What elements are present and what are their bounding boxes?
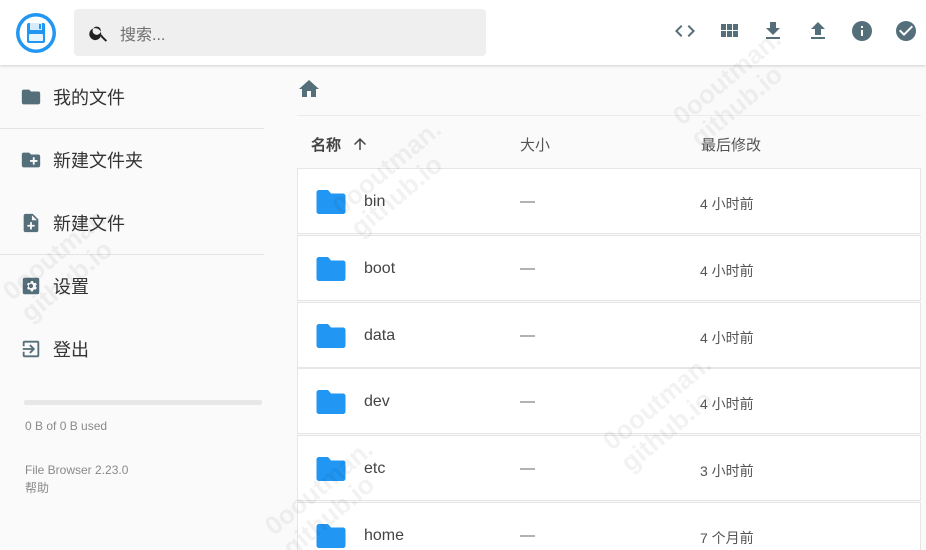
file-size: — <box>520 327 535 344</box>
file-modified: 4 小时前 <box>700 263 754 279</box>
file-modified: 4 小时前 <box>700 396 754 412</box>
file-name: data <box>364 327 396 344</box>
sidebar-item-label: 我的文件 <box>53 88 125 108</box>
storage-usage-bar <box>24 400 262 405</box>
column-header: 名称 大小 最后修改 <box>297 115 921 167</box>
search-input[interactable]: 搜索... <box>120 21 165 45</box>
code-icon <box>675 25 695 37</box>
sidebar-item-settings[interactable]: 设置 <box>0 255 264 317</box>
table-row[interactable]: bin — 4 小时前 <box>297 168 921 234</box>
help-link[interactable]: 帮助 <box>25 479 49 496</box>
file-size: — <box>520 527 535 544</box>
grid-icon <box>721 24 738 37</box>
sidebar: 我的文件 新建文件夹 新建文件 设置 登出 0 B of 0 B used Fi… <box>0 65 280 550</box>
upload-button[interactable] <box>804 17 832 45</box>
top-bar: 搜索... <box>0 0 926 65</box>
file-name: dev <box>364 393 390 410</box>
table-row[interactable]: home — 7 个月前 <box>297 502 921 550</box>
file-size: — <box>520 393 535 410</box>
sidebar-item-label: 登出 <box>53 340 89 360</box>
file-name: boot <box>364 260 396 277</box>
folder-icon <box>316 457 346 481</box>
folder-icon <box>316 390 346 414</box>
column-modified[interactable]: 最后修改 <box>701 134 761 155</box>
column-size[interactable]: 大小 <box>520 134 550 155</box>
file-name: bin <box>364 193 386 210</box>
home-icon[interactable] <box>297 77 321 101</box>
info-button[interactable] <box>848 17 876 45</box>
table-row[interactable]: etc — 3 小时前 <box>297 435 921 501</box>
file-modified: 4 小时前 <box>700 196 754 212</box>
search-icon <box>89 26 108 42</box>
check-circle-icon <box>896 21 916 41</box>
folder-icon <box>21 89 41 105</box>
file-size: — <box>520 193 535 210</box>
version-text: File Browser 2.23.0 <box>25 463 129 477</box>
download-icon <box>766 22 780 39</box>
code-view-button[interactable] <box>671 17 699 45</box>
sidebar-item-new-file[interactable]: 新建文件 <box>0 192 264 254</box>
sidebar-item-label: 设置 <box>53 277 89 297</box>
sidebar-item-new-folder[interactable]: 新建文件夹 <box>0 129 264 191</box>
folder-icon <box>316 524 346 548</box>
info-icon <box>852 21 872 41</box>
select-button[interactable] <box>892 17 920 45</box>
file-modified: 3 小时前 <box>700 463 754 479</box>
search-box[interactable]: 搜索... <box>74 9 486 56</box>
create-folder-icon <box>21 152 41 168</box>
table-row[interactable]: dev — 4 小时前 <box>297 368 921 434</box>
folder-icon <box>316 257 346 281</box>
file-size: — <box>520 460 535 477</box>
app-logo-icon[interactable] <box>15 12 57 54</box>
exit-icon <box>22 340 40 358</box>
folder-icon <box>316 324 346 348</box>
settings-icon <box>22 277 40 295</box>
file-modified: 7 个月前 <box>700 530 754 546</box>
upload-icon <box>811 22 825 39</box>
note-add-icon <box>23 213 39 233</box>
storage-usage-text: 0 B of 0 B used <box>25 419 108 433</box>
file-name: etc <box>364 460 386 477</box>
file-size: — <box>520 260 535 277</box>
grid-view-button[interactable] <box>715 17 743 45</box>
arrow-up-icon <box>354 138 367 150</box>
sidebar-item-my-files[interactable]: 我的文件 <box>0 66 264 128</box>
file-name: home <box>364 527 405 544</box>
sidebar-item-logout[interactable]: 登出 <box>0 318 264 380</box>
sidebar-item-label: 新建文件 <box>53 214 125 234</box>
download-button[interactable] <box>759 17 787 45</box>
folder-icon <box>316 190 346 214</box>
sidebar-item-label: 新建文件夹 <box>53 151 143 171</box>
table-row[interactable]: data — 4 小时前 <box>297 302 921 368</box>
column-name-label: 名称 <box>311 137 342 154</box>
column-name[interactable]: 名称 <box>311 134 369 155</box>
file-modified: 4 小时前 <box>700 330 754 346</box>
table-row[interactable]: boot — 4 小时前 <box>297 235 921 301</box>
file-listing: 名称 大小 最后修改 bin — 4 小时前 boot — 4 小时前 data… <box>297 65 921 550</box>
